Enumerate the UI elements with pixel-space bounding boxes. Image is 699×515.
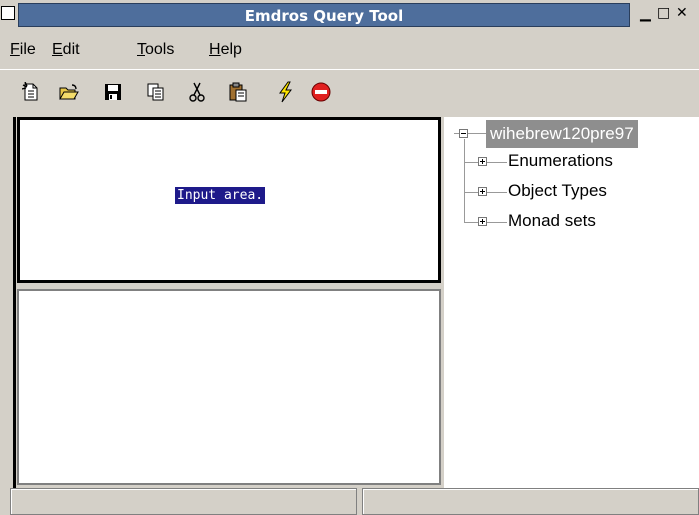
tree-connector <box>487 222 507 223</box>
tree-connector <box>487 162 507 163</box>
status-bar <box>0 488 699 515</box>
root-collapse-icon[interactable] <box>459 129 468 138</box>
tree-connector <box>464 192 478 193</box>
close-icon[interactable]: ✕ <box>676 5 688 21</box>
title-bar: Emdros Query Tool ▁ □ ✕ <box>0 0 699 33</box>
enumerations-expand-icon[interactable] <box>478 157 487 166</box>
toolbar <box>0 69 699 114</box>
tree-item-object-types[interactable]: Object Types <box>508 181 607 201</box>
cut-scissors-icon[interactable] <box>186 81 208 103</box>
tree-item-monad-sets[interactable]: Monad sets <box>508 211 596 231</box>
window-menu-icon[interactable] <box>1 6 15 20</box>
results-output-area[interactable] <box>17 289 441 485</box>
paste-clipboard-icon[interactable] <box>227 81 249 103</box>
window-title: Emdros Query Tool <box>244 7 404 25</box>
menu-file[interactable]: File <box>10 41 36 59</box>
copy-icon[interactable] <box>145 81 167 103</box>
new-file-icon[interactable] <box>20 81 42 103</box>
status-panel-left <box>10 488 357 515</box>
menu-bar: File Edit Tools Help <box>0 33 699 69</box>
status-panel-right <box>362 488 699 515</box>
tree-connector <box>464 139 465 222</box>
save-disk-icon[interactable] <box>102 81 124 103</box>
query-input-area[interactable]: Input area. <box>17 117 441 283</box>
title-bar-drag-area[interactable]: Emdros Query Tool <box>18 3 630 27</box>
monad-sets-expand-icon[interactable] <box>478 217 487 226</box>
tree-connector <box>464 162 478 163</box>
window-controls: ▁ □ ✕ <box>633 4 699 26</box>
input-area-selected-text: Input area. <box>175 187 266 204</box>
tree-connector <box>487 192 507 193</box>
minimize-icon[interactable]: ▁ <box>640 6 651 22</box>
stop-icon[interactable] <box>310 81 332 103</box>
open-folder-icon[interactable] <box>58 81 80 103</box>
tree-item-enumerations[interactable]: Enumerations <box>508 151 613 171</box>
database-tree: wihebrew120pre97 Enumerations Object Typ… <box>444 117 699 490</box>
tree-connector <box>464 222 478 223</box>
tree-root-database[interactable]: wihebrew120pre97 <box>486 120 638 148</box>
menu-help[interactable]: Help <box>209 41 242 59</box>
menu-edit[interactable]: Edit <box>52 41 80 59</box>
maximize-icon[interactable]: □ <box>657 5 670 21</box>
menu-tools[interactable]: Tools <box>137 41 174 59</box>
tree-connector <box>468 133 486 134</box>
execute-lightning-icon[interactable] <box>275 81 297 103</box>
object-types-expand-icon[interactable] <box>478 187 487 196</box>
left-panes: Input area. <box>13 117 441 490</box>
